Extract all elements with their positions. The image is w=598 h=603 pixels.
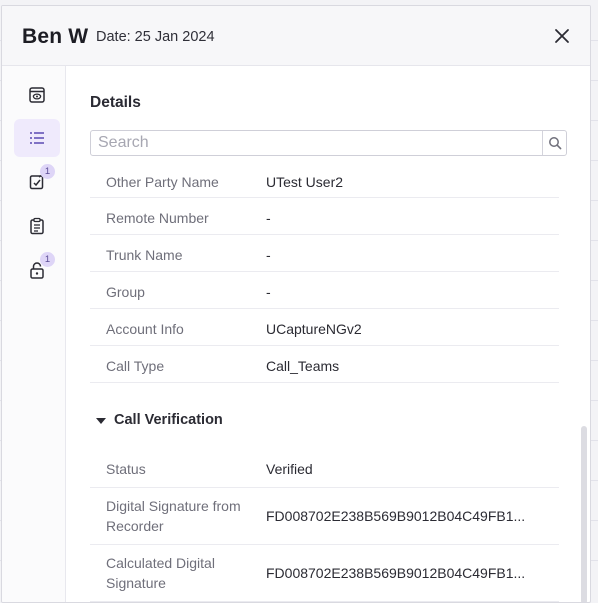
- row-value: Call_Teams: [266, 358, 340, 374]
- detail-row-call-type: Call Type Call_Teams: [90, 346, 559, 383]
- detail-row-account-info: Account Info UCaptureNGv2: [90, 309, 559, 346]
- call-verification-toggle[interactable]: Call Verification: [96, 412, 223, 428]
- row-value: -: [266, 210, 271, 226]
- row-label: Remote Number: [106, 210, 209, 226]
- clipboard-icon: [30, 217, 44, 235]
- search-input[interactable]: [91, 131, 541, 155]
- side-rail: 1 1: [2, 66, 66, 602]
- scrollbar-thumb[interactable]: [581, 426, 587, 602]
- panel-header: Ben W Date: 25 Jan 2024: [2, 6, 590, 66]
- details-panel: Ben W Date: 25 Jan 2024 1 1 Details Sear…: [1, 5, 591, 603]
- detail-row-remote-number: Remote Number -: [90, 198, 559, 235]
- detail-row-group: Group -: [90, 272, 559, 309]
- section-title: Details: [90, 94, 141, 111]
- call-date: Date: 25 Jan 2024: [96, 29, 215, 45]
- list-icon: [30, 132, 44, 144]
- search-icon: [548, 137, 561, 150]
- verification-row-recorder-signature: Digital Signature from Recorder FD008702…: [90, 488, 559, 545]
- caret-down-icon: [96, 417, 106, 424]
- verification-row-calculated-signature: Calculated Digital Signature FD008702E23…: [90, 545, 559, 602]
- row-label: Account Info: [106, 321, 184, 337]
- row-label: Call Type: [106, 358, 165, 374]
- row-value: -: [266, 284, 271, 300]
- row-value: Verified: [266, 461, 313, 477]
- row-label: Trunk Name: [106, 247, 183, 263]
- verification-row-status: Status Verified: [90, 450, 559, 488]
- details-list[interactable]: Other Party Name UTest User2 Remote Numb…: [66, 170, 590, 602]
- close-icon: [555, 29, 569, 43]
- detail-row-other-party: Other Party Name UTest User2: [90, 170, 559, 198]
- annotations-count-badge: 1: [40, 164, 55, 179]
- close-button[interactable]: [550, 24, 574, 48]
- row-label: Calculated Digital Signature: [106, 555, 215, 591]
- rail-item-details[interactable]: [14, 119, 60, 157]
- preview-icon: [29, 87, 45, 103]
- row-value: FD008702E238B569B9012B04C49FB1...: [266, 508, 526, 524]
- rail-item-preview[interactable]: [14, 76, 60, 114]
- details-content: Details Other Party Name UTest User2 Rem…: [66, 66, 590, 602]
- search-button[interactable]: [542, 131, 566, 155]
- detail-row-trunk-name: Trunk Name -: [90, 235, 559, 272]
- row-value: -: [266, 247, 271, 263]
- row-label: Digital Signature from Recorder: [106, 498, 241, 534]
- row-value: UCaptureNGv2: [266, 321, 362, 337]
- row-label: Status: [106, 461, 146, 477]
- row-value: UTest User2: [266, 174, 344, 190]
- search-box: [90, 130, 567, 156]
- rail-item-security[interactable]: 1: [14, 251, 60, 289]
- call-verification-title: Call Verification: [114, 412, 223, 428]
- rail-item-annotations[interactable]: 1: [14, 163, 60, 201]
- row-value: FD008702E238B569B9012B04C49FB1...: [266, 565, 526, 581]
- rail-item-clipboard[interactable]: [14, 207, 60, 245]
- row-label: Other Party Name: [106, 174, 219, 190]
- security-count-badge: 1: [40, 252, 55, 267]
- row-label: Group: [106, 284, 145, 300]
- panel-title: Ben W: [22, 25, 89, 48]
